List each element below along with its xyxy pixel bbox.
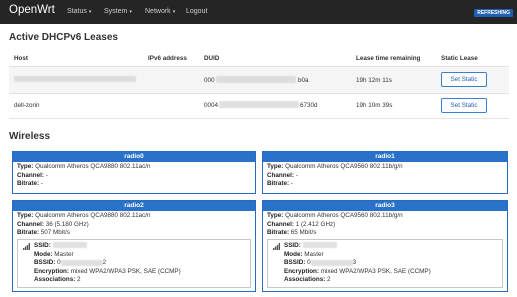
wifi-network-box[interactable]: SSID: Mode: Master BSSID: 03 Encryption:… <box>267 239 503 288</box>
redacted-duid <box>216 76 296 83</box>
radio-type: Qualcomm Atheros QCA9560 802.11b/g/n <box>285 163 403 170</box>
signal-strength-icon <box>23 243 30 250</box>
radio2-header: radio2 <box>13 201 255 211</box>
associations-label: Associations: <box>34 276 76 284</box>
menu-status[interactable]: Status ▾ <box>67 8 91 15</box>
radio-bitrate: - <box>40 180 43 188</box>
col-ipv6: IPv6 address <box>148 55 187 62</box>
bitrate-label: Bitrate: <box>17 229 40 237</box>
encryption-label: Encryption: <box>34 267 69 275</box>
net-mode: Master <box>304 250 324 258</box>
set-static-button[interactable]: Set Static <box>441 72 487 87</box>
radio-channel: - <box>295 171 298 179</box>
net-encryption: mixed WPA2/WPA3 PSK, SAE (CCMP) <box>70 267 181 275</box>
associations-label: Associations: <box>284 276 326 284</box>
radio3-panel: radio3 Type: Qualcomm Atheros QCA9560 80… <box>262 200 508 292</box>
radio-bitrate: 507 Mbit/s <box>40 229 70 237</box>
radio0-panel: radio0 Type: Qualcomm Atheros QCA9880 80… <box>12 151 256 194</box>
col-static: Static Lease <box>441 55 478 62</box>
lease-time: 19h 12m 11s <box>356 77 392 84</box>
mode-label: Mode: <box>34 250 53 258</box>
bssid-end: 2 <box>102 259 107 267</box>
wifi-network-box[interactable]: SSID: Mode: Master BSSID: 02 Encryption:… <box>17 239 251 288</box>
col-host: Host <box>14 55 28 62</box>
redacted-ssid <box>302 242 337 249</box>
channel-label: Channel: <box>267 220 294 228</box>
set-static-button[interactable]: Set Static <box>441 98 487 113</box>
radio0-header: radio0 <box>13 152 255 162</box>
redacted-ssid <box>52 242 87 249</box>
type-label: Type: <box>17 163 34 170</box>
table-divider <box>9 118 509 119</box>
menu-network-label: Network <box>145 8 171 15</box>
brand-logo[interactable]: OpenWrt <box>9 4 55 16</box>
redacted-bssid <box>310 259 353 266</box>
menu-system[interactable]: System ▾ <box>104 8 132 15</box>
duid-end: 6730d <box>300 102 318 109</box>
radio-type: Qualcomm Atheros QCA9880 802.11ac/n <box>35 212 151 219</box>
net-encryption: mixed WPA2/WPA3 PSK, SAE (CCMP) <box>320 267 431 275</box>
radio-channel: 36 (5.180 GHz) <box>45 220 89 228</box>
refreshing-badge[interactable]: REFRESHING <box>474 9 513 17</box>
bitrate-label: Bitrate: <box>17 180 40 188</box>
type-label: Type: <box>267 212 284 219</box>
net-mode: Master <box>54 250 74 258</box>
duid-start: 0004 <box>204 102 219 109</box>
radio-bitrate: 65 Mbit/s <box>290 229 317 237</box>
type-label: Type: <box>17 212 34 219</box>
bssid-label: BSSID: <box>284 259 306 267</box>
duid-end: b0a <box>298 77 309 84</box>
chevron-down-icon: ▾ <box>88 9 92 15</box>
mode-label: Mode: <box>284 250 303 258</box>
net-associations: 2 <box>77 276 81 284</box>
channel-label: Channel: <box>17 171 44 179</box>
radio-type: Qualcomm Atheros QCA9560 802.11b/g/n <box>285 212 403 219</box>
radio-type: Qualcomm Atheros QCA9880 802.11ac/n <box>35 163 151 170</box>
menu-logout[interactable]: Logout <box>186 8 207 15</box>
col-lease: Lease time remaining <box>356 55 421 62</box>
redacted-hostname <box>14 76 136 82</box>
ssid-label: SSID: <box>34 242 51 249</box>
table-divider <box>9 93 509 94</box>
redacted-duid <box>219 101 299 108</box>
top-navbar: OpenWrt Status ▾ System ▾ Network ▾ Logout … <box>0 0 517 24</box>
ssid-label: SSID: <box>284 242 301 249</box>
dhcpv6-section-title: Active DHCPv6 Leases <box>9 32 118 43</box>
menu-status-label: Status <box>67 8 87 15</box>
radio1-panel: radio1 Type: Qualcomm Atheros QCA9560 80… <box>262 151 508 194</box>
menu-network[interactable]: Network ▾ <box>145 8 175 15</box>
col-duid: DUID <box>204 55 220 62</box>
duid-start: 000 <box>204 77 215 84</box>
bitrate-label: Bitrate: <box>267 180 290 188</box>
chevron-down-icon: ▾ <box>172 9 176 15</box>
radio-channel: 1 (2.412 GHz) <box>295 220 336 228</box>
net-associations: 2 <box>327 276 331 284</box>
bitrate-label: Bitrate: <box>267 229 290 237</box>
encryption-label: Encryption: <box>284 267 319 275</box>
lease-time: 19h 10m 39s <box>356 102 393 109</box>
channel-label: Channel: <box>267 171 294 179</box>
bssid-label: BSSID: <box>34 259 56 267</box>
chevron-down-icon: ▾ <box>129 9 132 15</box>
radio3-header: radio3 <box>263 201 507 211</box>
type-label: Type: <box>267 163 284 170</box>
bssid-end: 3 <box>352 259 357 267</box>
channel-label: Channel: <box>17 220 44 228</box>
signal-strength-icon <box>273 243 280 250</box>
wireless-section-title: Wireless <box>9 131 51 142</box>
radio1-header: radio1 <box>263 152 507 162</box>
radio-bitrate: - <box>290 180 293 188</box>
menu-system-label: System <box>104 8 128 15</box>
redacted-bssid <box>60 259 103 266</box>
radio2-panel: radio2 Type: Qualcomm Atheros QCA9880 80… <box>12 200 256 292</box>
radio-channel: - <box>45 171 48 179</box>
hostname: dell-zorin <box>14 102 40 109</box>
